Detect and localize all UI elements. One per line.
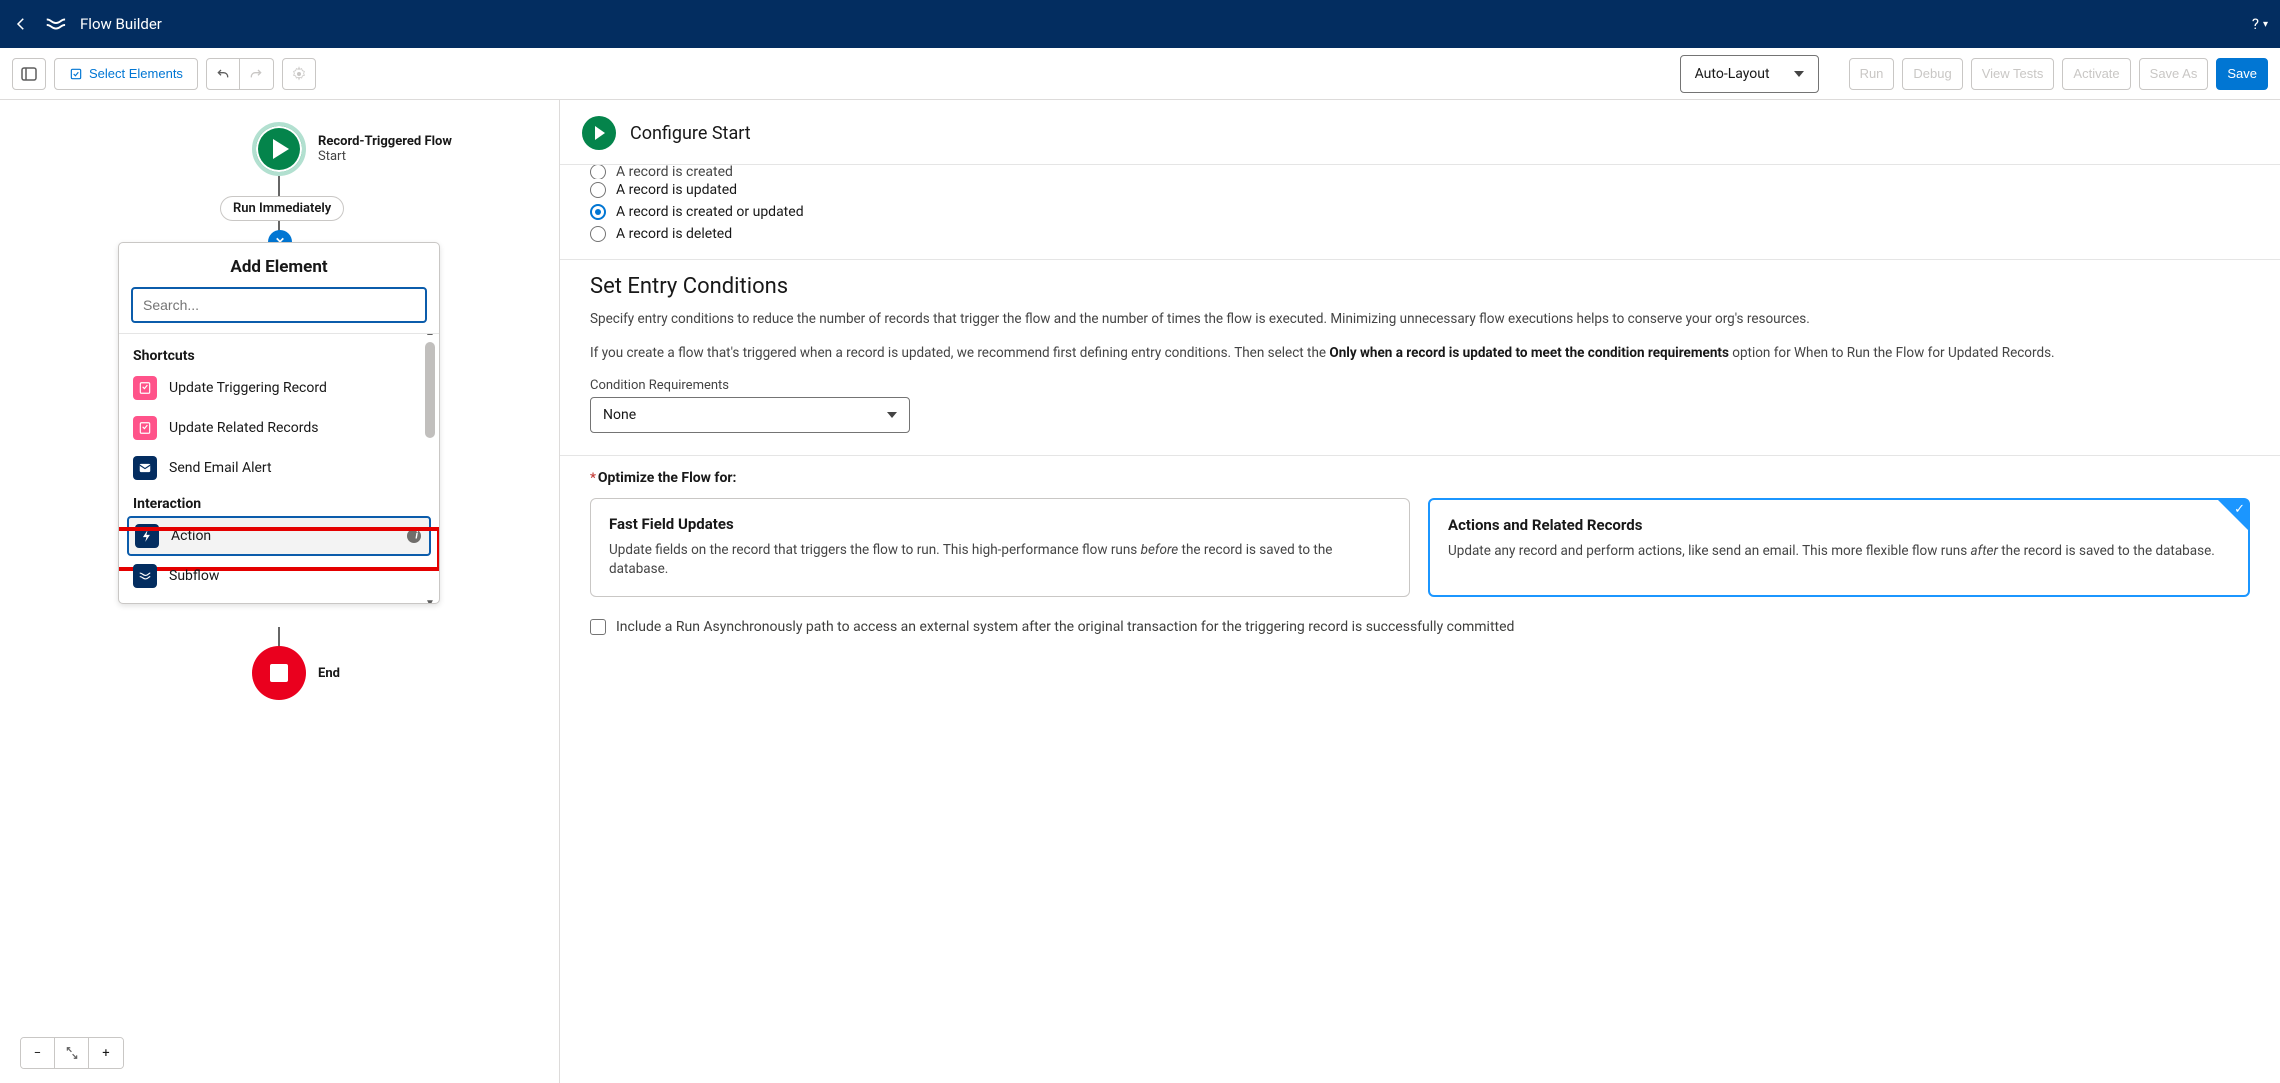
select-elements-button[interactable]: Select Elements bbox=[54, 58, 198, 90]
update-related-icon bbox=[133, 416, 157, 440]
radio-updated[interactable]: A record is updated bbox=[590, 179, 2250, 201]
entry-conditions-title: Set Entry Conditions bbox=[590, 274, 2250, 299]
card-fast-field-updates[interactable]: Fast Field Updates Update fields on the … bbox=[590, 498, 1410, 597]
start-labels: Record-Triggered Flow Start bbox=[318, 134, 452, 164]
info-icon: i bbox=[415, 531, 418, 542]
optimize-label: *Optimize the Flow for: bbox=[590, 470, 2250, 486]
canvas-pane: Record-Triggered Flow Start Run Immediat… bbox=[0, 100, 560, 1083]
element-subflow[interactable]: Subflow bbox=[119, 556, 439, 596]
group-interaction: Interaction bbox=[119, 488, 439, 516]
checkbox-icon bbox=[590, 619, 606, 635]
add-element-popup: Add Element ▲ ▼ Shortcuts Update Trigger… bbox=[118, 242, 440, 604]
scroll-down-icon[interactable]: ▼ bbox=[423, 599, 437, 603]
start-node[interactable]: Record-Triggered Flow Start bbox=[252, 122, 452, 176]
flow-builder-icon bbox=[44, 13, 66, 35]
scroll-up-icon[interactable]: ▲ bbox=[423, 333, 437, 338]
zoom-out-button[interactable]: − bbox=[21, 1038, 55, 1068]
add-element-list: ▲ ▼ Shortcuts Update Triggering Record U… bbox=[119, 333, 439, 603]
start-node-sub: Start bbox=[318, 149, 452, 164]
zoom-in-button[interactable]: + bbox=[89, 1038, 123, 1068]
element-update-related-records[interactable]: Update Related Records bbox=[119, 408, 439, 448]
element-send-email-alert[interactable]: Send Email Alert bbox=[119, 448, 439, 488]
card-desc: Update fields on the record that trigger… bbox=[609, 541, 1391, 580]
email-icon bbox=[133, 456, 157, 480]
debug-button[interactable]: Debug bbox=[1902, 58, 1962, 90]
start-icon bbox=[252, 122, 306, 176]
redo-button[interactable] bbox=[240, 58, 274, 90]
connector-line bbox=[278, 627, 280, 647]
update-record-icon bbox=[133, 376, 157, 400]
entry-conditions-desc2: If you create a flow that's triggered wh… bbox=[590, 343, 2250, 363]
radio-icon bbox=[590, 226, 606, 242]
element-update-triggering-record[interactable]: Update Triggering Record bbox=[119, 368, 439, 408]
check-icon: ✓ bbox=[2234, 502, 2245, 517]
activate-button[interactable]: Activate bbox=[2062, 58, 2130, 90]
end-icon bbox=[252, 646, 306, 700]
radio-icon bbox=[590, 204, 606, 220]
action-icon bbox=[135, 524, 159, 548]
async-path-label: Include a Run Asynchronously path to acc… bbox=[616, 619, 1514, 635]
condition-req-label: Condition Requirements bbox=[590, 378, 2250, 393]
config-pane: Configure Start A record is created A re… bbox=[560, 100, 2280, 1083]
layout-select-value: Auto-Layout bbox=[1695, 66, 1770, 82]
condition-req-select[interactable]: None bbox=[590, 397, 910, 433]
card-desc: Update any record and perform actions, l… bbox=[1448, 542, 2230, 562]
radio-icon bbox=[590, 182, 606, 198]
app-header: Flow Builder ? ▾ bbox=[0, 0, 2280, 48]
connector-line bbox=[278, 176, 280, 196]
run-immediately-pill[interactable]: Run Immediately bbox=[220, 196, 344, 221]
fit-view-button[interactable] bbox=[55, 1038, 89, 1068]
toggle-panel-button[interactable] bbox=[12, 58, 46, 90]
radio-icon bbox=[590, 165, 606, 179]
config-title: Configure Start bbox=[630, 123, 751, 144]
end-label: End bbox=[318, 666, 340, 681]
select-elements-label: Select Elements bbox=[89, 66, 183, 81]
save-as-button[interactable]: Save As bbox=[2139, 58, 2209, 90]
radio-created-or-updated[interactable]: A record is created or updated bbox=[590, 201, 2250, 223]
header-right: ? ▾ bbox=[2252, 15, 2268, 33]
undo-button[interactable] bbox=[206, 58, 240, 90]
view-tests-button[interactable]: View Tests bbox=[1971, 58, 2055, 90]
help-icon[interactable]: ? bbox=[2252, 15, 2259, 33]
card-actions-related-records[interactable]: ✓ Actions and Related Records Update any… bbox=[1428, 498, 2250, 597]
settings-button[interactable] bbox=[282, 58, 316, 90]
chevron-down-icon bbox=[1794, 71, 1804, 77]
start-node-title: Record-Triggered Flow bbox=[318, 134, 452, 149]
entry-conditions-desc1: Specify entry conditions to reduce the n… bbox=[590, 309, 2250, 329]
group-shortcuts: Shortcuts bbox=[119, 340, 439, 368]
app-title: Flow Builder bbox=[80, 15, 162, 33]
toolbar: Select Elements Auto-Layout Run Debug Vi… bbox=[0, 48, 2280, 100]
subflow-icon bbox=[133, 564, 157, 588]
run-button[interactable]: Run bbox=[1849, 58, 1895, 90]
back-arrow-icon[interactable] bbox=[12, 15, 30, 33]
config-start-icon bbox=[582, 116, 616, 150]
header-left: Flow Builder bbox=[12, 13, 162, 35]
help-caret-icon[interactable]: ▾ bbox=[2263, 19, 2268, 30]
zoom-controls: − + bbox=[20, 1037, 124, 1069]
add-element-title: Add Element bbox=[119, 243, 439, 287]
radio-created[interactable]: A record is created bbox=[590, 165, 2250, 179]
config-body: A record is created A record is updated … bbox=[560, 165, 2280, 1083]
async-path-checkbox-row[interactable]: Include a Run Asynchronously path to acc… bbox=[590, 619, 2250, 635]
config-header: Configure Start bbox=[560, 100, 2280, 165]
radio-deleted[interactable]: A record is deleted bbox=[590, 223, 2250, 245]
add-element-search-input[interactable] bbox=[131, 287, 427, 323]
layout-select[interactable]: Auto-Layout bbox=[1680, 55, 1819, 93]
end-node[interactable]: End bbox=[252, 646, 340, 700]
element-action[interactable]: Action i bbox=[127, 516, 431, 556]
flow-canvas[interactable]: Record-Triggered Flow Start Run Immediat… bbox=[0, 100, 559, 1083]
save-button[interactable]: Save bbox=[2216, 58, 2268, 90]
chevron-down-icon bbox=[887, 412, 897, 418]
condition-req-value: None bbox=[603, 407, 636, 423]
